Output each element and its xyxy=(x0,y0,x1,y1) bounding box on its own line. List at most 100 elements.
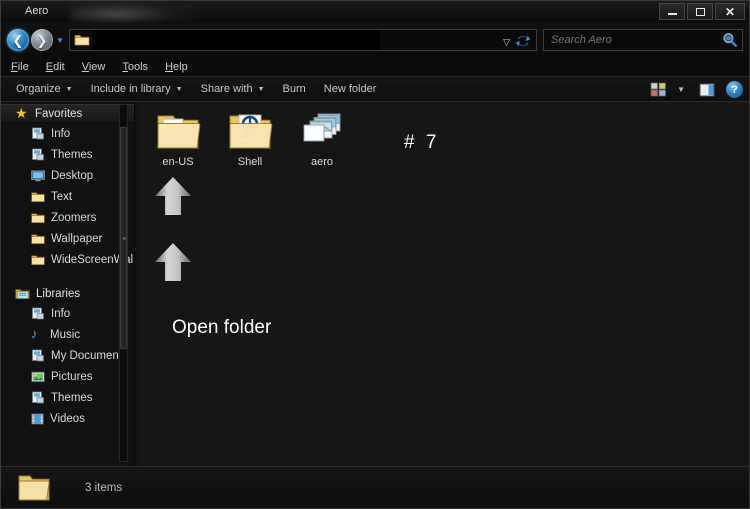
sidebar-item-label: My Documents xyxy=(51,349,128,362)
sidebar-item-label: Wallpaper xyxy=(51,232,103,245)
folder-icon xyxy=(74,33,90,47)
chevron-down-icon[interactable]: ▽ xyxy=(503,37,510,48)
list-item-label: aero xyxy=(310,156,334,168)
sidebar-item-library-themes[interactable]: Themes xyxy=(1,387,134,408)
document-icon xyxy=(31,349,45,362)
help-icon[interactable]: ? xyxy=(726,81,743,98)
sidebar-item-library-info[interactable]: Info xyxy=(1,303,134,324)
history-dropdown-icon[interactable]: ▼ xyxy=(56,36,64,45)
window-title: Aero xyxy=(25,5,49,17)
preview-pane-icon[interactable] xyxy=(699,83,715,97)
folder-icon xyxy=(31,233,45,245)
sidebar-item-widescreenwal[interactable]: WideScreenWal xyxy=(1,249,134,270)
sidebar-item-music[interactable]: ♪ Music xyxy=(1,324,134,345)
folder-icon xyxy=(31,212,45,224)
burn-label: Burn xyxy=(282,83,306,95)
folder-with-peace-logo-icon: FORUM xyxy=(226,111,274,153)
list-item[interactable]: aero xyxy=(289,111,355,168)
search-icon[interactable] xyxy=(722,32,738,48)
menu-item-view[interactable]: View xyxy=(82,61,106,73)
sidebar-item-videos[interactable]: Videos xyxy=(1,408,134,429)
command-toolbar: Organize ▼ Include in library ▼ Share wi… xyxy=(1,77,749,102)
sidebar-item-zoomers[interactable]: Zoomers xyxy=(1,207,134,228)
organize-button[interactable]: Organize ▼ xyxy=(7,79,82,100)
list-item[interactable]: en-US xyxy=(145,111,211,168)
sidebar-item-desktop[interactable]: Desktop xyxy=(1,165,134,186)
organize-label: Organize xyxy=(16,83,61,95)
sidebar-item-pictures[interactable]: Pictures xyxy=(1,366,134,387)
share-with-button[interactable]: Share with ▼ xyxy=(192,79,274,100)
nav-group-libraries: Libraries Info ♪ Music My Documents Pict… xyxy=(1,284,134,429)
list-item-label: en-US xyxy=(162,156,194,168)
video-icon xyxy=(31,413,44,425)
minimize-button[interactable] xyxy=(659,3,685,20)
breadcrumb[interactable]: ▶ ▽ xyxy=(68,29,537,51)
sidebar-item-label: Pictures xyxy=(51,370,93,383)
document-icon xyxy=(31,307,45,320)
library-icon xyxy=(15,288,30,300)
menu-item-help[interactable]: Help xyxy=(165,61,188,73)
explorer-window: Aero ✕ ❮ ❯ ▼ ▽ Search Aero File Edit Vie… xyxy=(0,0,750,509)
monitor-icon xyxy=(31,170,45,182)
large-folder-icon xyxy=(17,473,51,503)
document-icon xyxy=(31,391,45,404)
nav-header-label: Favorites xyxy=(35,107,83,120)
maximize-button[interactable] xyxy=(687,3,713,20)
window-controls: ✕ xyxy=(659,3,745,20)
status-item-count: 3 items xyxy=(85,481,123,494)
folder-icon xyxy=(31,191,45,203)
document-icon xyxy=(31,127,45,140)
picture-icon xyxy=(31,371,45,383)
nav-header-libraries[interactable]: Libraries xyxy=(1,284,134,303)
sidebar-item-label: Videos xyxy=(50,412,85,425)
annotation-open-folder: Open folder xyxy=(172,317,272,338)
image-stack-icon xyxy=(298,111,346,153)
sidebar-item-label: Themes xyxy=(51,148,93,161)
new-folder-button[interactable]: New folder xyxy=(315,79,386,100)
chevron-down-icon: ▼ xyxy=(175,85,183,93)
minimize-icon xyxy=(667,12,677,15)
burn-button[interactable]: Burn xyxy=(274,79,315,100)
sidebar-item-my-documents[interactable]: My Documents xyxy=(1,345,134,366)
list-item[interactable]: FORUM Shell xyxy=(217,111,283,168)
nav-header-favorites[interactable]: ★ Favorites xyxy=(1,104,134,123)
sidebar-scrollbar[interactable] xyxy=(119,104,128,462)
sidebar-item-label: Zoomers xyxy=(51,211,97,224)
view-options-icon[interactable] xyxy=(650,82,667,97)
window-body: ★ Favorites Info Themes Desktop Text Zoo… xyxy=(1,102,749,466)
refresh-icon[interactable] xyxy=(515,33,531,49)
up-arrow-annotation xyxy=(152,174,194,218)
sidebar-item-label: Music xyxy=(50,328,81,341)
sidebar-item-text[interactable]: Text xyxy=(1,186,134,207)
sidebar-item-label: Themes xyxy=(51,391,93,404)
redacted-path-overlay xyxy=(91,30,380,50)
sidebar-item-label: Info xyxy=(51,307,71,320)
sidebar-item-wallpaper[interactable]: Wallpaper xyxy=(1,228,134,249)
search-box[interactable] xyxy=(543,29,743,51)
up-arrow-annotation xyxy=(152,240,194,284)
list-item-label: Shell xyxy=(237,156,263,168)
menu-item-file[interactable]: File xyxy=(11,61,29,73)
close-button[interactable]: ✕ xyxy=(715,3,745,20)
sidebar-item-label: Info xyxy=(51,127,71,140)
sidebar-item-info[interactable]: Info xyxy=(1,123,134,144)
menu-item-tools[interactable]: Tools xyxy=(122,61,148,73)
help-glyph: ? xyxy=(731,83,738,96)
forward-button[interactable]: ❯ xyxy=(31,29,53,51)
folder-icon xyxy=(31,254,45,266)
music-note-icon: ♪ xyxy=(31,326,38,341)
menu-item-edit[interactable]: Edit xyxy=(46,61,65,73)
chevron-down-icon[interactable]: ▼ xyxy=(671,85,691,94)
search-input[interactable] xyxy=(544,34,722,46)
sidebar-item-themes[interactable]: Themes xyxy=(1,144,134,165)
forward-arrow-icon: ❯ xyxy=(36,32,48,48)
include-in-library-button[interactable]: Include in library ▼ xyxy=(82,79,192,100)
maximize-icon xyxy=(695,7,705,16)
toolbar-right-group: ▼ ? xyxy=(650,77,743,102)
back-button[interactable]: ❮ xyxy=(7,29,29,51)
sidebar-scrollbar-thumb[interactable] xyxy=(120,127,127,349)
navigation-pane: ★ Favorites Info Themes Desktop Text Zoo… xyxy=(1,102,134,466)
title-bar-blur-overlay xyxy=(71,1,201,23)
back-arrow-icon: ❮ xyxy=(12,32,24,48)
file-list-pane[interactable]: en-US FORUM Shell xyxy=(138,102,749,466)
